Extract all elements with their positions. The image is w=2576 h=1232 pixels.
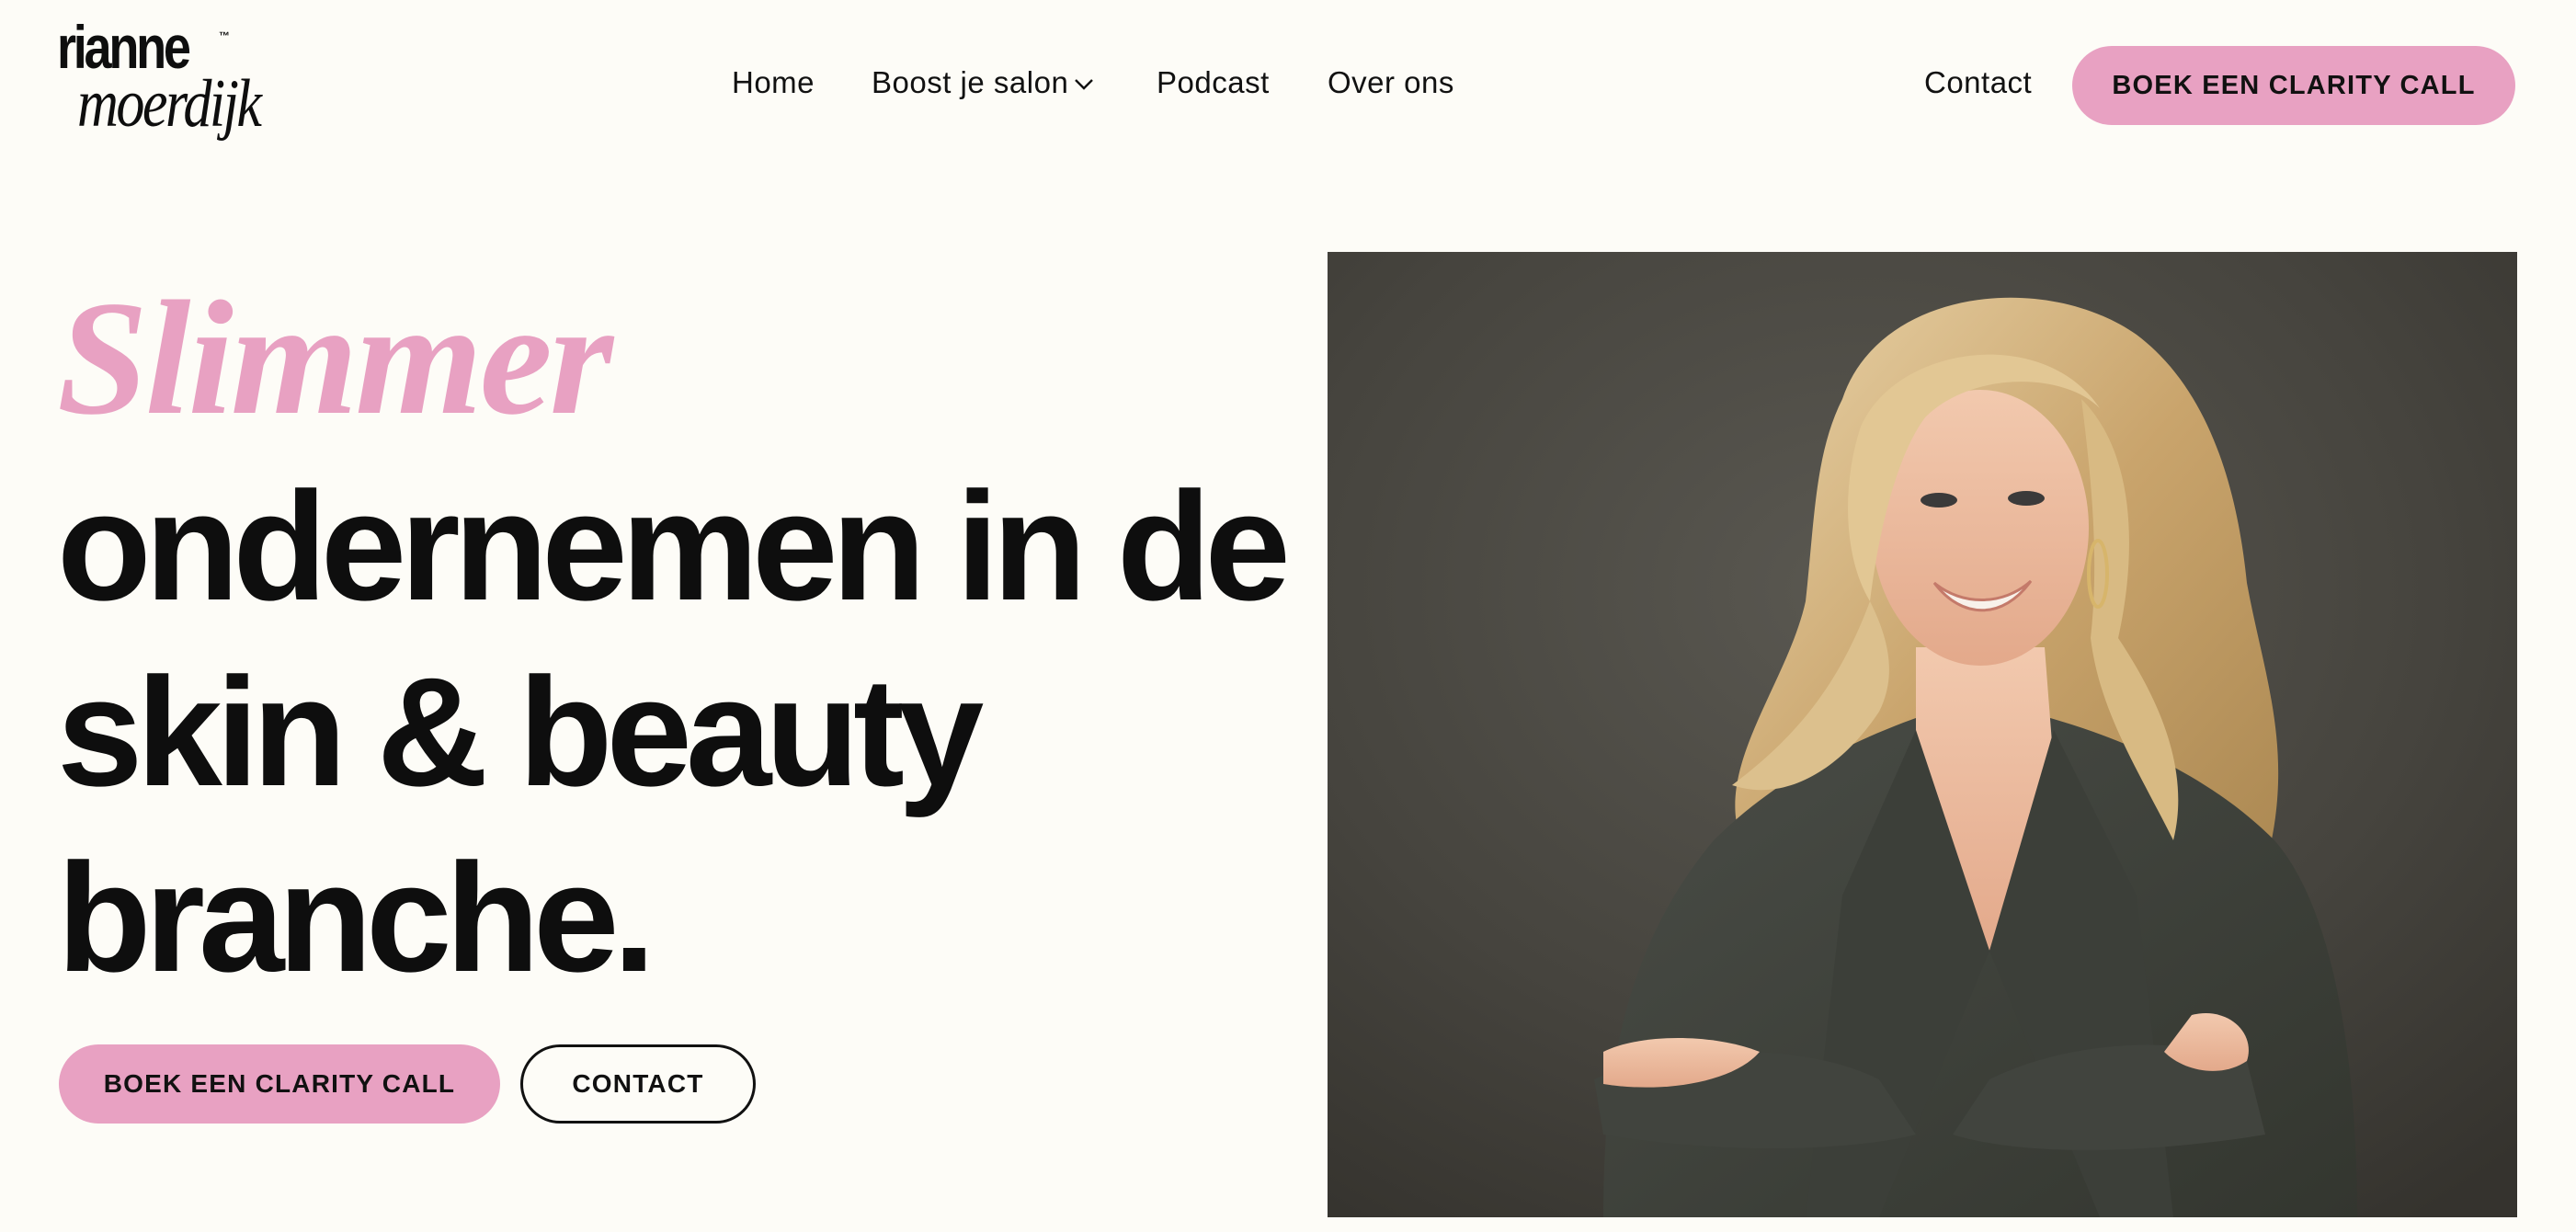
header-clarity-call-button[interactable]: BOEK EEN CLARITY CALL xyxy=(2072,46,2515,125)
hero-clarity-call-button[interactable]: BOEK EEN CLARITY CALL xyxy=(59,1044,500,1124)
page: rianne ™ moerdijk Home Boost je salon Po… xyxy=(0,0,2576,1232)
nav-item-contact[interactable]: Contact xyxy=(1924,63,2032,103)
hero-portrait-image xyxy=(1328,252,2517,1217)
logo-trademark: ™ xyxy=(219,29,230,42)
nav-item-home[interactable]: Home xyxy=(732,63,815,103)
nav-item-boost-je-salon[interactable]: Boost je salon xyxy=(872,63,1096,103)
brand-logo[interactable]: rianne ™ moerdijk xyxy=(57,17,287,154)
hero-line-2: skin & beauty xyxy=(57,645,984,818)
nav-item-podcast[interactable]: Podcast xyxy=(1157,63,1270,103)
nav-item-over-ons[interactable]: Over ons xyxy=(1328,63,1454,103)
hero-line-3: branche. xyxy=(57,831,655,1004)
logo-wordmark-bottom: moerdijk xyxy=(77,66,262,142)
hero-contact-button[interactable]: CONTACT xyxy=(520,1044,756,1124)
chevron-down-icon xyxy=(1072,63,1096,103)
hero-line-1: ondernemen in de xyxy=(57,460,1291,633)
hero-accent-word: Slimmer xyxy=(57,267,613,449)
nav-item-label: Boost je salon xyxy=(872,65,1069,99)
